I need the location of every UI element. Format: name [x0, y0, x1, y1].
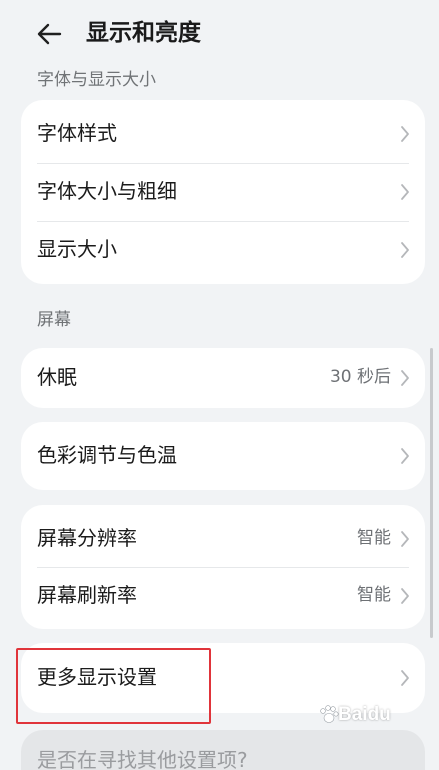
screen-refresh-rate-item[interactable]: 屏幕刷新率 智能 [21, 568, 425, 624]
chevron-right-icon [401, 531, 409, 547]
font-settings-card: 字体样式 字体大小与粗细 显示大小 [21, 100, 425, 284]
sleep-card: 休眠 30 秒后 [21, 348, 425, 408]
chevron-right-icon [401, 370, 409, 386]
scrollbar[interactable] [430, 348, 433, 638]
chevron-right-icon [401, 448, 409, 464]
resolution-refresh-card: 屏幕分辨率 智能 屏幕刷新率 智能 [21, 505, 425, 629]
sleep-value: 30 秒后 [329, 367, 391, 387]
chevron-right-icon [401, 126, 409, 142]
sleep-label: 休眠 [37, 365, 77, 389]
chevron-right-icon [401, 242, 409, 258]
chevron-right-icon [401, 588, 409, 604]
font-style-label: 字体样式 [37, 121, 117, 145]
font-size-weight-label: 字体大小与粗细 [37, 179, 177, 203]
title-bar: 显示和亮度 [0, 0, 439, 66]
paw-icon [320, 705, 339, 723]
color-temperature-label: 色彩调节与色温 [37, 443, 177, 467]
highlight-box [16, 648, 211, 724]
arrow-left-icon [37, 23, 62, 45]
screen-refresh-rate-value: 智能 [357, 585, 391, 605]
display-size-label: 显示大小 [37, 237, 117, 261]
sleep-item[interactable]: 休眠 30 秒后 [21, 350, 425, 406]
back-button[interactable] [34, 18, 66, 50]
font-style-item[interactable]: 字体样式 [21, 106, 425, 162]
screen-resolution-value: 智能 [357, 528, 391, 548]
color-temperature-item[interactable]: 色彩调节与色温 [21, 428, 425, 484]
screen-resolution-item[interactable]: 屏幕分辨率 智能 [21, 511, 425, 567]
section-label-font: 字体与显示大小 [37, 70, 156, 90]
chevron-right-icon [401, 184, 409, 200]
section-label-screen: 屏幕 [37, 310, 71, 330]
page-title: 显示和亮度 [86, 20, 201, 46]
screen-resolution-label: 屏幕分辨率 [37, 526, 137, 550]
suggestion-card[interactable]: 是否在寻找其他设置项? [21, 730, 425, 770]
chevron-right-icon [401, 670, 409, 686]
color-card: 色彩调节与色温 [21, 422, 425, 490]
display-size-item[interactable]: 显示大小 [21, 222, 425, 278]
font-size-weight-item[interactable]: 字体大小与粗细 [21, 164, 425, 220]
watermark-text: Baidu [338, 704, 391, 725]
baidu-watermark: Baidu [318, 700, 418, 730]
screen-refresh-rate-label: 屏幕刷新率 [37, 583, 137, 607]
suggestion-text: 是否在寻找其他设置项? [37, 748, 248, 770]
